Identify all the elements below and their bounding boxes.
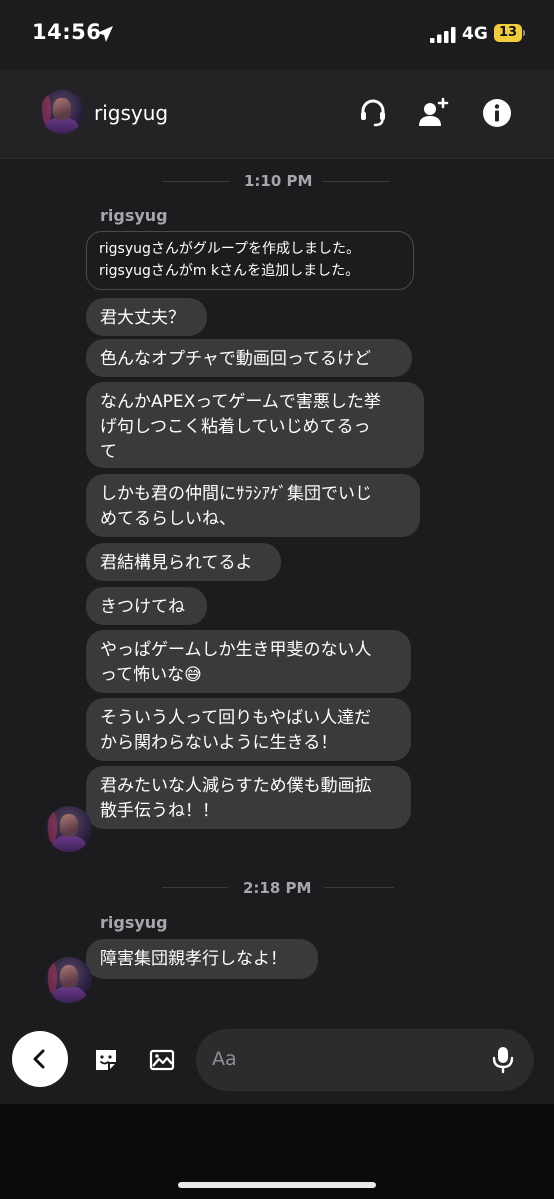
battery-indicator: 13 (494, 24, 522, 42)
timestamp: 1:10 PM (244, 172, 313, 190)
status-bar: 14:56 4G 13 (0, 0, 554, 70)
timestamp: 2:18 PM (243, 879, 312, 897)
message-bubble[interactable]: 君結構見られてるよ (86, 543, 281, 581)
sender-name: rigsyug (100, 206, 168, 225)
message-bubble[interactable]: きつけてね (86, 587, 207, 625)
message-bubble[interactable]: 障害集団親孝行しなよ！ (86, 939, 318, 979)
timestamp-divider-right (322, 181, 390, 182)
timestamp-divider-left (162, 181, 230, 182)
message-bubble[interactable]: なんかAPEXってゲームで害悪した挙 げ句しつこく粘着していじめてるっ て (86, 382, 424, 468)
message-bubble[interactable]: 君大丈夫？ (86, 298, 207, 336)
message-input[interactable]: Aa (196, 1029, 534, 1091)
sticker-icon[interactable] (92, 1046, 120, 1074)
home-indicator-area (0, 1104, 554, 1199)
status-time: 14:56 (32, 20, 102, 44)
message-input-placeholder: Aa (212, 1048, 237, 1070)
message-bubble[interactable]: やっぱゲームしか生き甲斐のない人 って怖いな😅 (86, 630, 411, 693)
info-icon[interactable] (480, 96, 514, 130)
home-indicator[interactable] (178, 1182, 376, 1188)
system-message: rigsyugさんがグループを作成しました。 rigsyugさんがm kさんを追… (86, 231, 414, 290)
sender-avatar[interactable] (46, 957, 92, 1003)
sender-avatar[interactable] (46, 806, 92, 852)
add-person-icon[interactable] (416, 96, 450, 130)
message-bubble[interactable]: 色んなオプチャで動画回ってるけど (86, 339, 412, 377)
message-bubble[interactable]: しかも君の仲間にｻﾗｼｱｹﾞ集団でいじ めてるらしいね、 (86, 474, 420, 537)
image-icon[interactable] (148, 1046, 176, 1074)
headset-icon[interactable] (356, 96, 390, 130)
network-label: 4G (462, 24, 488, 44)
microphone-icon[interactable] (492, 1046, 514, 1074)
back-arrow-icon (33, 1049, 45, 1069)
chat-header: rigsyug (0, 70, 554, 159)
location-arrow-icon (97, 26, 113, 42)
back-button[interactable] (12, 1031, 68, 1087)
header-avatar[interactable] (40, 90, 84, 134)
signal-icon (430, 27, 456, 43)
contact-name[interactable]: rigsyug (94, 101, 168, 125)
message-bubble[interactable]: 君みたいな人減らすため僕も動画拡 散手伝うね！！ (86, 766, 411, 829)
battery-nub (523, 30, 525, 36)
message-composer: Aa (0, 1018, 554, 1104)
message-bubble[interactable]: そういう人って回りもやばい人達だ から関わらないように生きる！ (86, 698, 411, 761)
timestamp-divider-right (324, 887, 394, 888)
sender-name: rigsyug (100, 913, 168, 932)
timestamp-divider-left (162, 887, 228, 888)
